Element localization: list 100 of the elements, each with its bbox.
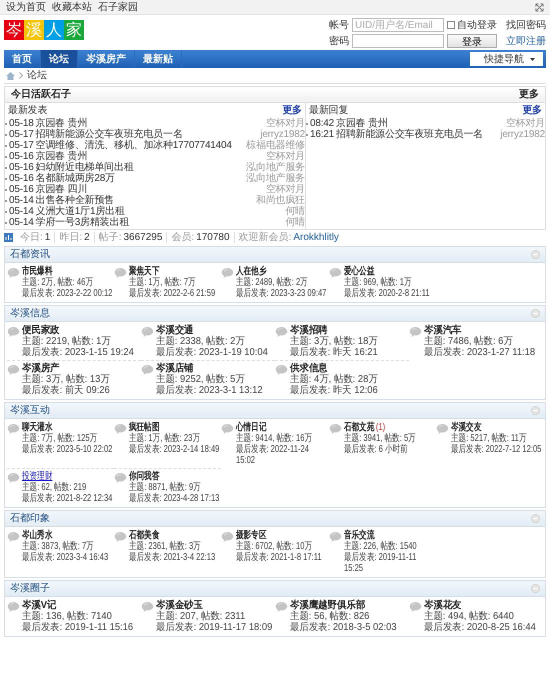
forum-link[interactable]: 摄影专区 xyxy=(236,530,267,541)
more-link[interactable]: 更多 xyxy=(282,105,302,116)
section-title[interactable]: 石都印象 xyxy=(10,513,50,524)
section-title[interactable]: 岑溪圈子 xyxy=(10,583,50,594)
last-post: 最后发表: 2021-8-22 12:34 xyxy=(22,493,114,504)
stat-label: 会员: xyxy=(171,232,194,243)
forum-link[interactable]: 岑溪金砂玉 xyxy=(156,600,203,611)
forum-stats: 主题: 4万, 帖数: 28万 xyxy=(290,374,379,385)
forum-link[interactable]: 你问我答 xyxy=(129,471,160,482)
forum-link[interactable]: 疯狂帖图 xyxy=(129,422,160,433)
password-field[interactable] xyxy=(352,34,444,48)
nav-tab[interactable]: 最新贴 xyxy=(135,50,182,68)
forum-link[interactable]: 市民爆料 xyxy=(22,266,52,277)
more-link[interactable]: 更多 xyxy=(519,89,539,100)
speech-bubble-icon xyxy=(141,326,154,338)
forum-link[interactable]: 岑溪店铺 xyxy=(156,363,194,374)
post-link[interactable]: 京园春 贵州 xyxy=(36,151,88,162)
speech-bubble-icon xyxy=(114,267,128,279)
post-link[interactable]: 招聘新能源公交车夜班充电员一名 xyxy=(36,129,183,140)
last-post: 最后发表: 2021-3-4 22:13 xyxy=(129,552,216,563)
top-link[interactable]: 石子家园 xyxy=(98,2,138,12)
post-link[interactable]: 京园春 贵州 xyxy=(36,118,88,129)
forum-link[interactable]: 岑溪交通 xyxy=(156,325,194,336)
link[interactable]: 立即注册 xyxy=(500,36,546,46)
last-post: 最后发表: 2022-7-12 12:05 xyxy=(450,444,542,455)
forum-link[interactable]: 岑溪交友 xyxy=(450,422,482,433)
speech-bubble-icon xyxy=(221,267,234,279)
section-title[interactable]: 石都资讯 xyxy=(10,249,50,260)
section-title[interactable]: 岑溪信息 xyxy=(10,308,50,319)
post-link[interactable]: 名都新城两房28万 xyxy=(36,173,115,184)
section-title[interactable]: 岑溪互动 xyxy=(10,405,50,416)
speech-bubble-icon xyxy=(328,267,342,279)
speech-bubble-icon xyxy=(114,472,128,484)
post-link[interactable]: 出售各种全新预售 xyxy=(36,195,114,206)
forum-link[interactable]: 岑溪鹰越野俱乐部 xyxy=(290,600,366,611)
login-button[interactable]: 登录 xyxy=(447,34,497,48)
link[interactable]: 找回密码 xyxy=(500,20,546,30)
forum-stats: 主题: 969, 帖数: 1万 xyxy=(344,277,412,288)
post-link[interactable]: 京园春 贵州 xyxy=(336,118,388,129)
collapse-icon[interactable] xyxy=(531,309,540,318)
last-post: 最后发表: 6 小时前 xyxy=(344,444,408,455)
more-link[interactable]: 更多 xyxy=(522,105,542,116)
breadcrumb-item: 论坛 xyxy=(27,70,47,81)
collapse-icon[interactable] xyxy=(531,250,540,259)
account-field[interactable]: UID/用户名/Email xyxy=(352,18,444,32)
post-link[interactable]: 学府一号3房精装出租 xyxy=(36,217,130,228)
speech-bubble-icon xyxy=(7,423,20,435)
logo-letter: 家 xyxy=(64,20,84,40)
forum-link[interactable]: 岑溪招聘 xyxy=(290,325,328,336)
forum-stats: 主题: 9414, 帖数: 16万 xyxy=(236,433,314,444)
top-link[interactable]: 设为首页 xyxy=(6,2,46,12)
forum-link[interactable]: 聊天灌水 xyxy=(22,422,52,433)
last-post: 最后发表: 2019-11-17 18:09 xyxy=(156,622,273,633)
collapse-icon[interactable] xyxy=(531,584,540,593)
forum-link[interactable]: 音乐交流 xyxy=(344,530,374,541)
forum-link[interactable]: 供求信息 xyxy=(290,363,328,374)
post-link[interactable]: 空调维修、清洗、移机、加冰种17707741404 xyxy=(36,140,232,151)
forum-stats: 主题: 1万, 帖数: 7万 xyxy=(129,277,197,288)
forum-link[interactable]: 爱心公益 xyxy=(344,266,374,277)
last-post: 最后发表: 前天 09:26 xyxy=(22,385,111,396)
forum-stats: 主题: 3万, 帖数: 18万 xyxy=(290,336,379,347)
last-post: 最后发表: 2019-11-11 15:25 xyxy=(344,552,417,574)
post-time: 05-16 xyxy=(9,184,34,195)
forum-link[interactable]: 投资理财 xyxy=(22,471,52,482)
nav-tab[interactable]: 岑溪房产 xyxy=(78,50,135,68)
nav-tab[interactable]: 论坛 xyxy=(41,50,78,68)
speech-bubble-icon xyxy=(7,364,20,376)
forum-stats: 主题: 7万, 帖数: 125万 xyxy=(22,433,98,444)
forum-link[interactable]: 岑溪房产 xyxy=(22,363,60,374)
post-link[interactable]: 京园春 四川 xyxy=(36,184,88,195)
forum-link[interactable]: 石都美食 xyxy=(129,530,160,541)
forum-link[interactable]: 聚焦天下 xyxy=(129,266,160,277)
stat-label: 帖子: xyxy=(98,232,122,243)
quick-nav-button[interactable]: 快捷导航 xyxy=(470,52,543,66)
forum-link[interactable]: 石都文苑 xyxy=(344,422,374,433)
forum-link[interactable]: 心情日记 xyxy=(236,422,267,433)
collapse-icon[interactable] xyxy=(531,406,540,415)
speech-bubble-icon xyxy=(141,364,154,376)
forum-link[interactable]: 岑溪汽车 xyxy=(424,325,462,336)
forum-link[interactable]: 岑溪花友 xyxy=(424,600,462,611)
post-link[interactable]: 妇幼附近电梯单间出租 xyxy=(36,162,134,173)
speech-bubble-icon xyxy=(436,423,449,435)
last-post: 最后发表: 2023-5-10 22:02 xyxy=(22,444,114,455)
forum-stats: 主题: 2489, 帖数: 2万 xyxy=(236,277,310,288)
forum-link[interactable]: 人在他乡 xyxy=(236,266,267,277)
forum-link[interactable]: 岑溪V记 xyxy=(22,600,56,611)
post-time: 05-18 xyxy=(9,118,34,129)
forum-link[interactable]: 岑山秀水 xyxy=(22,530,52,541)
collapse-icon[interactable] xyxy=(531,514,540,523)
member-link[interactable]: Arokkhlitly xyxy=(293,232,339,243)
checkbox[interactable] xyxy=(447,21,455,29)
post-time: 16:21 xyxy=(310,129,334,140)
post-link[interactable]: 义洲大道1厅1房出租 xyxy=(36,206,125,217)
home-icon[interactable] xyxy=(6,72,15,80)
forum-stats: 主题: 56, 帖数: 826 xyxy=(290,611,370,622)
top-link[interactable]: 收藏本站 xyxy=(52,2,92,12)
last-post: 最后发表: 2020-2-8 21:11 xyxy=(344,288,430,299)
forum-link[interactable]: 便民家政 xyxy=(22,325,60,336)
post-time: 05-14 xyxy=(9,206,34,217)
post-link[interactable]: 招聘新能源公交车夜班充电员一名 xyxy=(336,129,484,140)
